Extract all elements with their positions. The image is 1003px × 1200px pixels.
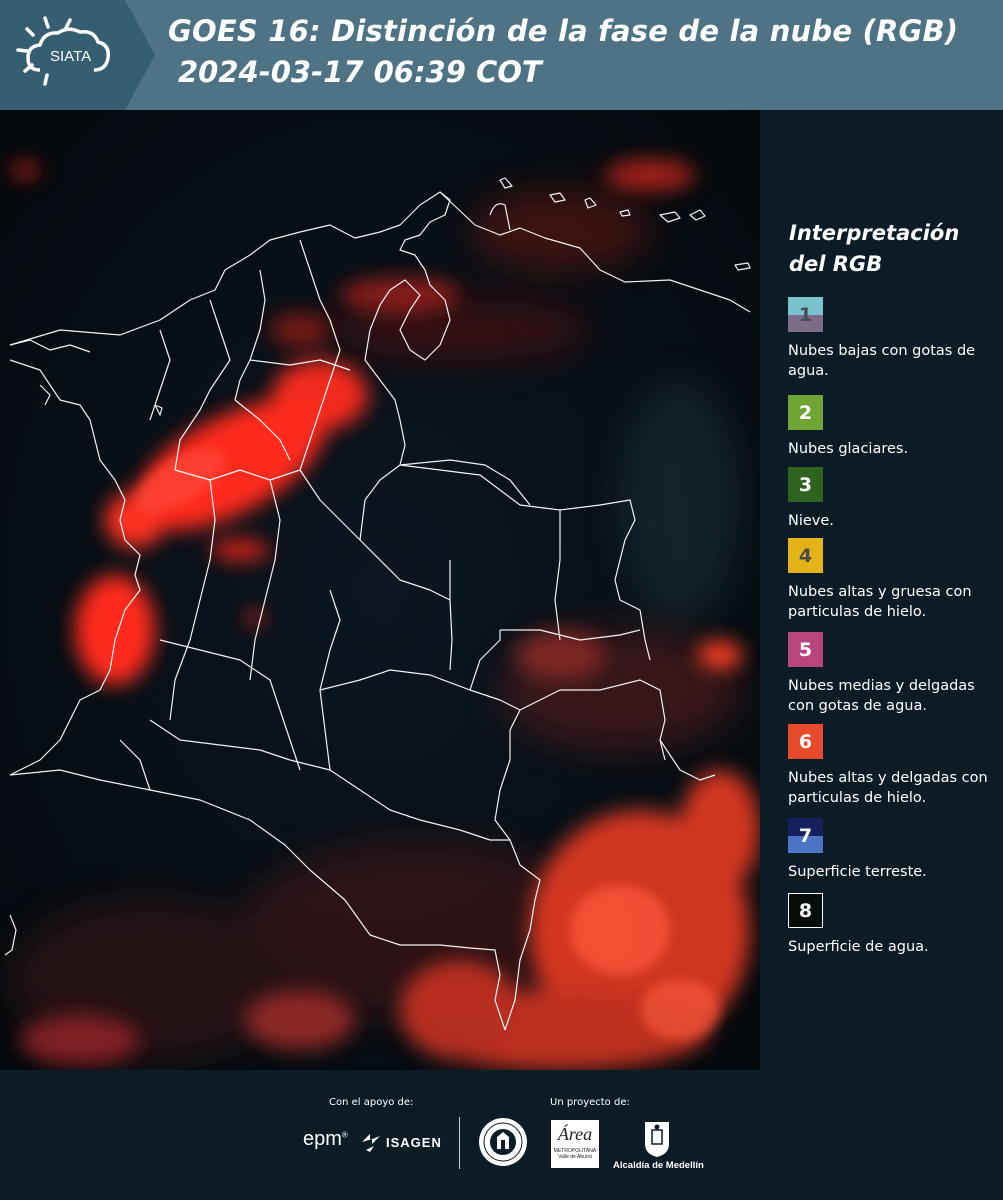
epm-logo[interactable]: epm®	[303, 1128, 348, 1151]
satellite-map[interactable]	[0, 110, 760, 1070]
legend-label-2: Nubes glaciares.	[788, 441, 909, 457]
epm-logo-text: epm	[303, 1128, 342, 1150]
alcaldia-shield-icon	[645, 1122, 669, 1157]
legend-title-line1: Interpretación	[789, 221, 960, 245]
legend-label-7: Superficie terreste.	[788, 864, 927, 880]
legend-label-1: Nubes bajas con gotas de agua.	[788, 343, 976, 379]
legend-number-5: 5	[798, 638, 813, 661]
area-logo-subtext2: Valle de Aburrá	[558, 1154, 592, 1160]
legend-panel: Interpretación del RGB 1 Nubes bajas con…	[760, 110, 1003, 1070]
legend-item-5: 5 Nubes medias y delgadas con gotas de a…	[788, 632, 993, 716]
legend-label-5: Nubes medias y delgadas con gotas de agu…	[788, 678, 975, 714]
legend-item-4: 4 Nubes altas y gruesa con particulas de…	[788, 538, 993, 622]
support-label: Con el apoyo de:	[329, 1097, 414, 1108]
legend-number-4: 4	[798, 544, 813, 567]
legend-item-1: 1 Nubes bajas con gotas de agua.	[788, 297, 993, 381]
seal-icon	[479, 1118, 527, 1166]
area-metropolitana-logo[interactable]: Área METROPOLITANA Valle de Aburrá	[551, 1120, 599, 1168]
page-timestamp: 2024-03-17 06:39 COT	[178, 55, 542, 89]
isagen-logo-text: ISAGEN	[386, 1134, 442, 1150]
project-label: Un proyecto de:	[550, 1097, 630, 1108]
siata-logo[interactable]: SIATA	[0, 0, 155, 110]
legend-swatch-4: 4	[788, 538, 823, 573]
legend-number-7: 7	[798, 824, 813, 847]
legend-item-2: 2 Nubes glaciares.	[788, 395, 993, 459]
legend-swatch-1: 1	[788, 297, 823, 332]
legend-number-1: 1	[798, 303, 813, 326]
legend-item-3: 3 Nieve.	[788, 467, 993, 531]
legend-label-3: Nieve.	[788, 513, 834, 529]
legend-item-8: 8 Superficie de agua.	[788, 893, 993, 957]
legend-item-7: 7 Superficie terreste.	[788, 818, 993, 882]
isagen-icon	[362, 1134, 380, 1152]
header-bar: SIATA GOES 16: Distinción de la fase de …	[0, 0, 1003, 110]
legend-swatch-6: 6	[788, 724, 823, 759]
satellite-image	[0, 110, 760, 1070]
legend-number-3: 3	[798, 473, 813, 496]
legend-number-6: 6	[798, 730, 813, 753]
universidad-seal[interactable]	[478, 1117, 528, 1171]
footer-divider	[459, 1117, 460, 1169]
alcaldia-label: Alcaldía de Medellín	[613, 1160, 704, 1171]
legend-label-4: Nubes altas y gruesa con particulas de h…	[788, 584, 972, 620]
siata-logo-text: SIATA	[50, 48, 91, 65]
legend-item-6: 6 Nubes altas y delgadas con particulas …	[788, 724, 993, 808]
legend-swatch-5: 5	[788, 632, 823, 667]
legend-label-6: Nubes altas y delgadas con particulas de…	[788, 770, 988, 806]
legend-title: Interpretación del RGB	[789, 218, 959, 280]
legend-label-8: Superficie de agua.	[788, 939, 929, 955]
legend-swatch-8: 8	[788, 893, 823, 928]
alcaldia-shield[interactable]	[643, 1118, 671, 1162]
legend-number-2: 2	[798, 401, 813, 424]
legend-number-8: 8	[798, 899, 813, 922]
legend-swatch-3: 3	[788, 467, 823, 502]
page-title: GOES 16: Distinción de la fase de la nub…	[168, 14, 959, 48]
isagen-logo[interactable]: ISAGEN	[360, 1132, 442, 1152]
legend-swatch-2: 2	[788, 395, 823, 430]
area-logo-text: Área	[557, 1124, 593, 1144]
legend-swatch-7: 7	[788, 818, 823, 853]
legend-title-line2: del RGB	[789, 252, 883, 276]
